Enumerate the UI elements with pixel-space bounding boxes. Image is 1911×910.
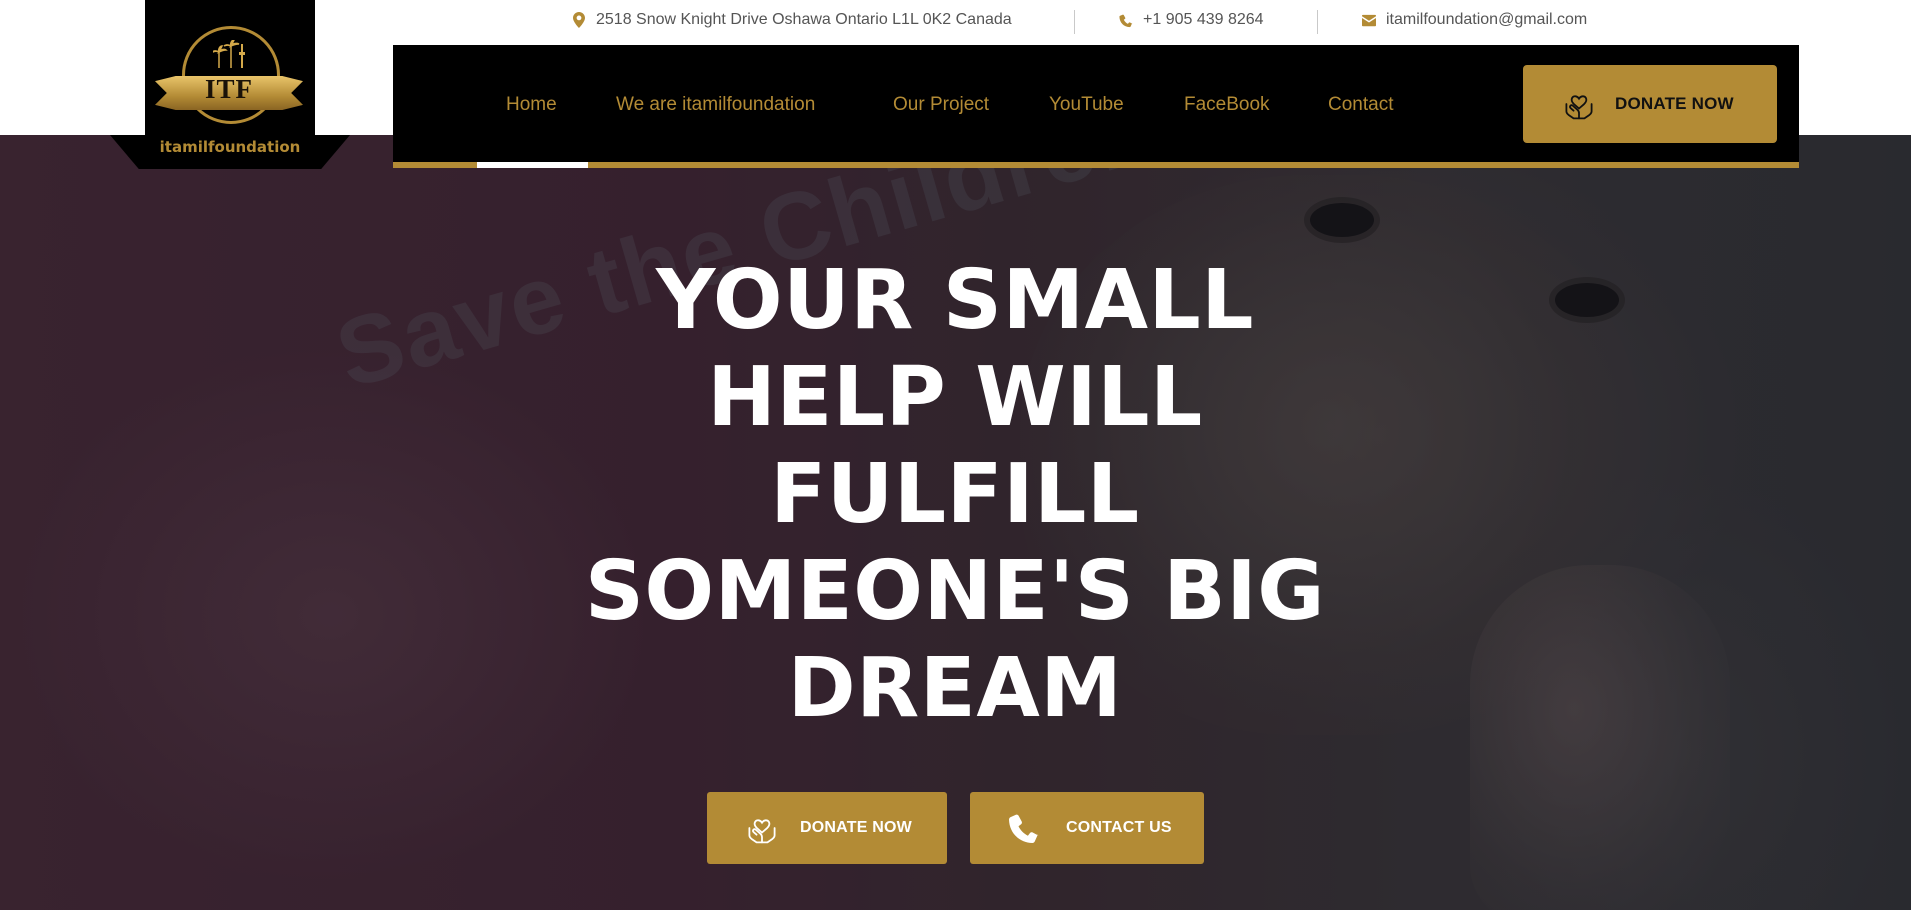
heart-hands-icon — [748, 819, 776, 844]
header-donate-button[interactable]: DONATE NOW — [1523, 65, 1777, 143]
phone-icon — [1119, 13, 1133, 28]
header-donate-label: DONATE NOW — [1615, 94, 1734, 113]
nav-item-youtube[interactable]: YouTube — [1049, 94, 1124, 116]
logo-name: itamilfoundation — [159, 138, 301, 156]
contact-phone-text: +1 905 439 8264 — [1143, 11, 1264, 28]
envelope-icon — [1362, 14, 1376, 27]
nav-item-home[interactable]: Home — [506, 94, 557, 116]
hero-headline-line: SOMEONE'S BIG — [584, 544, 1326, 639]
contact-address-text: 2518 Snow Knight Drive Oshawa Ontario L1… — [596, 11, 1012, 28]
hero-donate-button[interactable]: DONATE NOW — [707, 792, 947, 864]
phone-handset-icon — [1009, 814, 1039, 843]
nav-item-contact[interactable]: Contact — [1328, 94, 1393, 116]
navbar-accent-line — [393, 162, 1799, 168]
nav-item-facebook[interactable]: FaceBook — [1184, 94, 1270, 116]
map-pin-icon — [572, 12, 586, 28]
nav-active-indicator — [477, 162, 588, 168]
contact-divider — [1074, 10, 1075, 34]
hero-headline-line: YOUR SMALL — [655, 253, 1255, 348]
hero-headline-line: DREAM — [787, 641, 1123, 736]
hero-headline-line: HELP WILL — [707, 350, 1203, 445]
hero-contact-button[interactable]: CONTACT US — [970, 792, 1204, 864]
contact-phone[interactable]: +1 905 439 8264 — [1119, 11, 1264, 29]
nav-item-our-project[interactable]: Our Project — [893, 94, 989, 116]
contact-divider — [1317, 10, 1318, 34]
nav-item-about[interactable]: We are itamilfoundation — [616, 94, 815, 116]
hero-donate-label: DONATE NOW — [800, 819, 912, 836]
hero-headline: YOUR SMALL HELP WILL FULFILL SOMEONE'S B… — [555, 252, 1355, 737]
heart-hands-icon — [1565, 95, 1593, 120]
contact-email[interactable]: itamilfoundation@gmail.com — [1362, 11, 1587, 29]
logo-letters: ITF — [204, 74, 253, 104]
contact-address: 2518 Snow Knight Drive Oshawa Ontario L1… — [572, 11, 1012, 29]
palm-tree-icon — [213, 40, 245, 68]
hero-contact-label: CONTACT US — [1066, 819, 1172, 836]
contact-email-text: itamilfoundation@gmail.com — [1386, 11, 1588, 28]
hero-headline-line: FULFILL — [770, 447, 1140, 542]
